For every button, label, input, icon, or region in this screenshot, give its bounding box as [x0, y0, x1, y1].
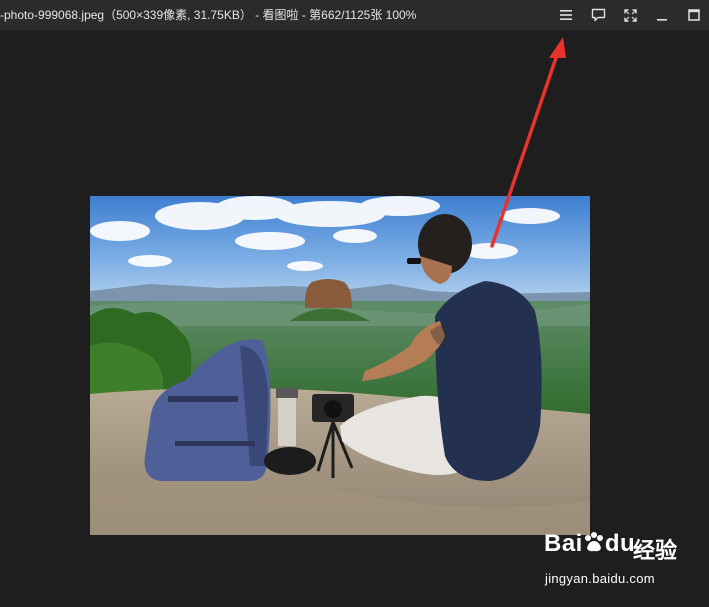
comment-icon [591, 8, 605, 22]
fullscreen-button[interactable] [618, 4, 642, 26]
menu-button[interactable] [554, 4, 578, 26]
title-bar: -photo-999068.jpeg（500×339像素, 31.75KB） -… [0, 0, 709, 30]
minimize-icon [657, 19, 667, 21]
window-title: -photo-999068.jpeg（500×339像素, 31.75KB） -… [0, 8, 417, 22]
menu-icon [560, 10, 572, 20]
photo-illustration [90, 196, 590, 535]
maximize-icon [688, 9, 700, 21]
minimize-button[interactable] [650, 4, 674, 26]
baidu-jingyan-watermark: Bai du 经验 jingyan.baidu.com [540, 530, 705, 598]
displayed-photo[interactable] [90, 196, 590, 535]
comment-button[interactable] [586, 4, 610, 26]
watermark-logo-du: du [604, 530, 636, 557]
watermark-logo-bai: Bai [544, 530, 583, 557]
paw-icon [584, 532, 603, 552]
maximize-button[interactable] [682, 4, 706, 26]
fullscreen-icon [623, 8, 637, 22]
watermark-jingyan: 经验 [633, 538, 678, 563]
watermark-url: jingyan.baidu.com [545, 571, 655, 586]
watermark-logo: Bai du [544, 530, 635, 558]
